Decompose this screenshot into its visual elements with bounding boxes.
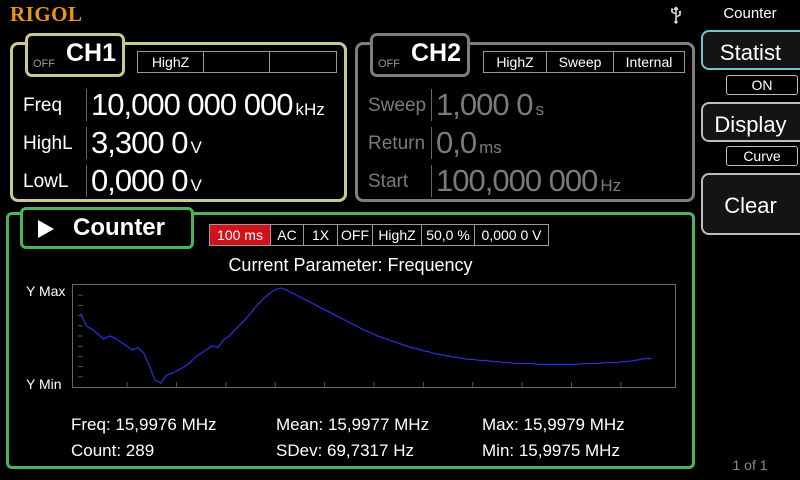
param-label: HighL [23, 133, 73, 154]
statist-value: ON [726, 75, 798, 95]
coupling[interactable]: AC [271, 225, 304, 245]
param-divider [431, 89, 432, 121]
channel1-param-row[interactable]: LowL 0,000 0V [23, 163, 343, 199]
channel1-param-row[interactable]: HighL 3,300 0V [23, 125, 343, 161]
param-value: 0,0 ms [436, 125, 502, 160]
channel2-impedance: HighZ [484, 52, 547, 72]
softkey-label: Clear [724, 193, 777, 218]
stat-min: Min: 15,9975 MHz [482, 441, 620, 460]
clear-softkey[interactable]: Clear [701, 173, 800, 235]
channel1-status-2 [204, 52, 270, 72]
param-label: Start [368, 171, 409, 192]
trigger-level[interactable]: 0,000 0 V [475, 225, 548, 245]
channel2-param-row[interactable]: Return 0,0 ms [368, 125, 688, 161]
hf-reject[interactable]: OFF [338, 225, 373, 245]
param-label: LowL [23, 171, 69, 192]
page-indicator: 1 of 1 [732, 457, 768, 473]
counter-settings-bar: 100 ms AC 1X OFF HighZ 50,0 % 0,000 0 V [209, 224, 549, 246]
channel2-name: CH2 [411, 39, 462, 67]
param-label: Freq [23, 95, 63, 116]
param-divider [431, 127, 432, 159]
current-parameter: Current Parameter: Frequency [228, 255, 473, 275]
param-unit: ms [479, 138, 502, 157]
channel1-status-bar: HighZ [137, 51, 337, 73]
stat-count: Count: 289 [71, 441, 155, 460]
stat-freq: Freq: 15,9976 MHz [71, 415, 217, 434]
usb-icon [671, 6, 682, 24]
channel1-param-row[interactable]: Freq 10,000 000 000 kHz [23, 87, 343, 123]
param-label: Sweep [368, 95, 427, 116]
channel1-tab[interactable]: OFF CH1 [25, 33, 125, 77]
stat-max: Max: 15,9979 MHz [482, 415, 625, 434]
param-value: 100,000 000 Hz [436, 163, 622, 198]
sensitivity[interactable]: 1X [304, 225, 338, 245]
stat-sdev: SDev: 69,7317 Hz [276, 441, 414, 460]
counter-title: Counter [73, 214, 165, 241]
stat-mean: Mean: 15,9977 MHz [276, 415, 430, 434]
display-value: Curve [726, 146, 798, 166]
impedance[interactable]: HighZ [373, 225, 422, 245]
param-divider [86, 165, 87, 197]
channel2-tab[interactable]: OFF CH2 [370, 33, 470, 77]
y-max-label: Y Max [26, 283, 66, 299]
param-unit: s [535, 100, 544, 119]
channel2-mode: Sweep [547, 52, 614, 72]
statist-softkey[interactable]: Statist [701, 30, 800, 70]
channel1-impedance: HighZ [138, 52, 204, 72]
play-icon [38, 220, 54, 238]
menu-title: Counter [723, 5, 777, 22]
param-unit: Hz [600, 176, 622, 195]
channel2-param-row[interactable]: Sweep 1,000 0s [368, 87, 688, 123]
softkey-label: Display [714, 112, 787, 137]
channel1-status-3 [270, 52, 336, 72]
counter-panel[interactable]: Counter 100 ms AC 1X OFF HighZ 50,0 % 0,… [6, 207, 695, 469]
gate-time[interactable]: 100 ms [210, 225, 271, 245]
rigol-logo: RIGOL [10, 2, 83, 26]
channel2-panel[interactable]: OFF CH2 HighZ Sweep Internal Sweep 1,000… [355, 33, 695, 202]
display-softkey[interactable]: Display [701, 102, 800, 142]
param-divider [86, 89, 87, 121]
channel2-param-row[interactable]: Start 100,000 000 Hz [368, 163, 688, 199]
softkey-label: Statist [719, 40, 782, 65]
param-unit: kHz [295, 100, 325, 119]
param-unit: V [190, 138, 202, 157]
trend-chart [72, 284, 676, 388]
channel1-output-state: OFF [33, 58, 55, 70]
channel2-status-bar: HighZ Sweep Internal [483, 51, 685, 73]
y-min-label: Y Min [26, 376, 62, 392]
param-label: Return [368, 133, 426, 154]
channel1-panel[interactable]: OFF CH1 HighZ Freq 10,000 000 000 kHz Hig… [10, 33, 347, 202]
param-value: 3,300 0V [91, 125, 202, 160]
channel1-name: CH1 [66, 39, 117, 67]
param-value: 1,000 0s [436, 87, 544, 122]
counter-tab[interactable]: Counter [20, 207, 194, 249]
frequency-trace [80, 287, 652, 384]
param-value: 10,000 000 000 kHz [91, 87, 325, 122]
param-divider [86, 127, 87, 159]
param-value: 0,000 0V [91, 163, 202, 198]
duty-level[interactable]: 50,0 % [422, 225, 475, 245]
channel2-output-state: OFF [378, 58, 400, 70]
chart-grid [77, 294, 622, 387]
param-unit: V [190, 176, 202, 195]
param-divider [431, 165, 432, 197]
channel2-source: Internal [625, 54, 673, 70]
